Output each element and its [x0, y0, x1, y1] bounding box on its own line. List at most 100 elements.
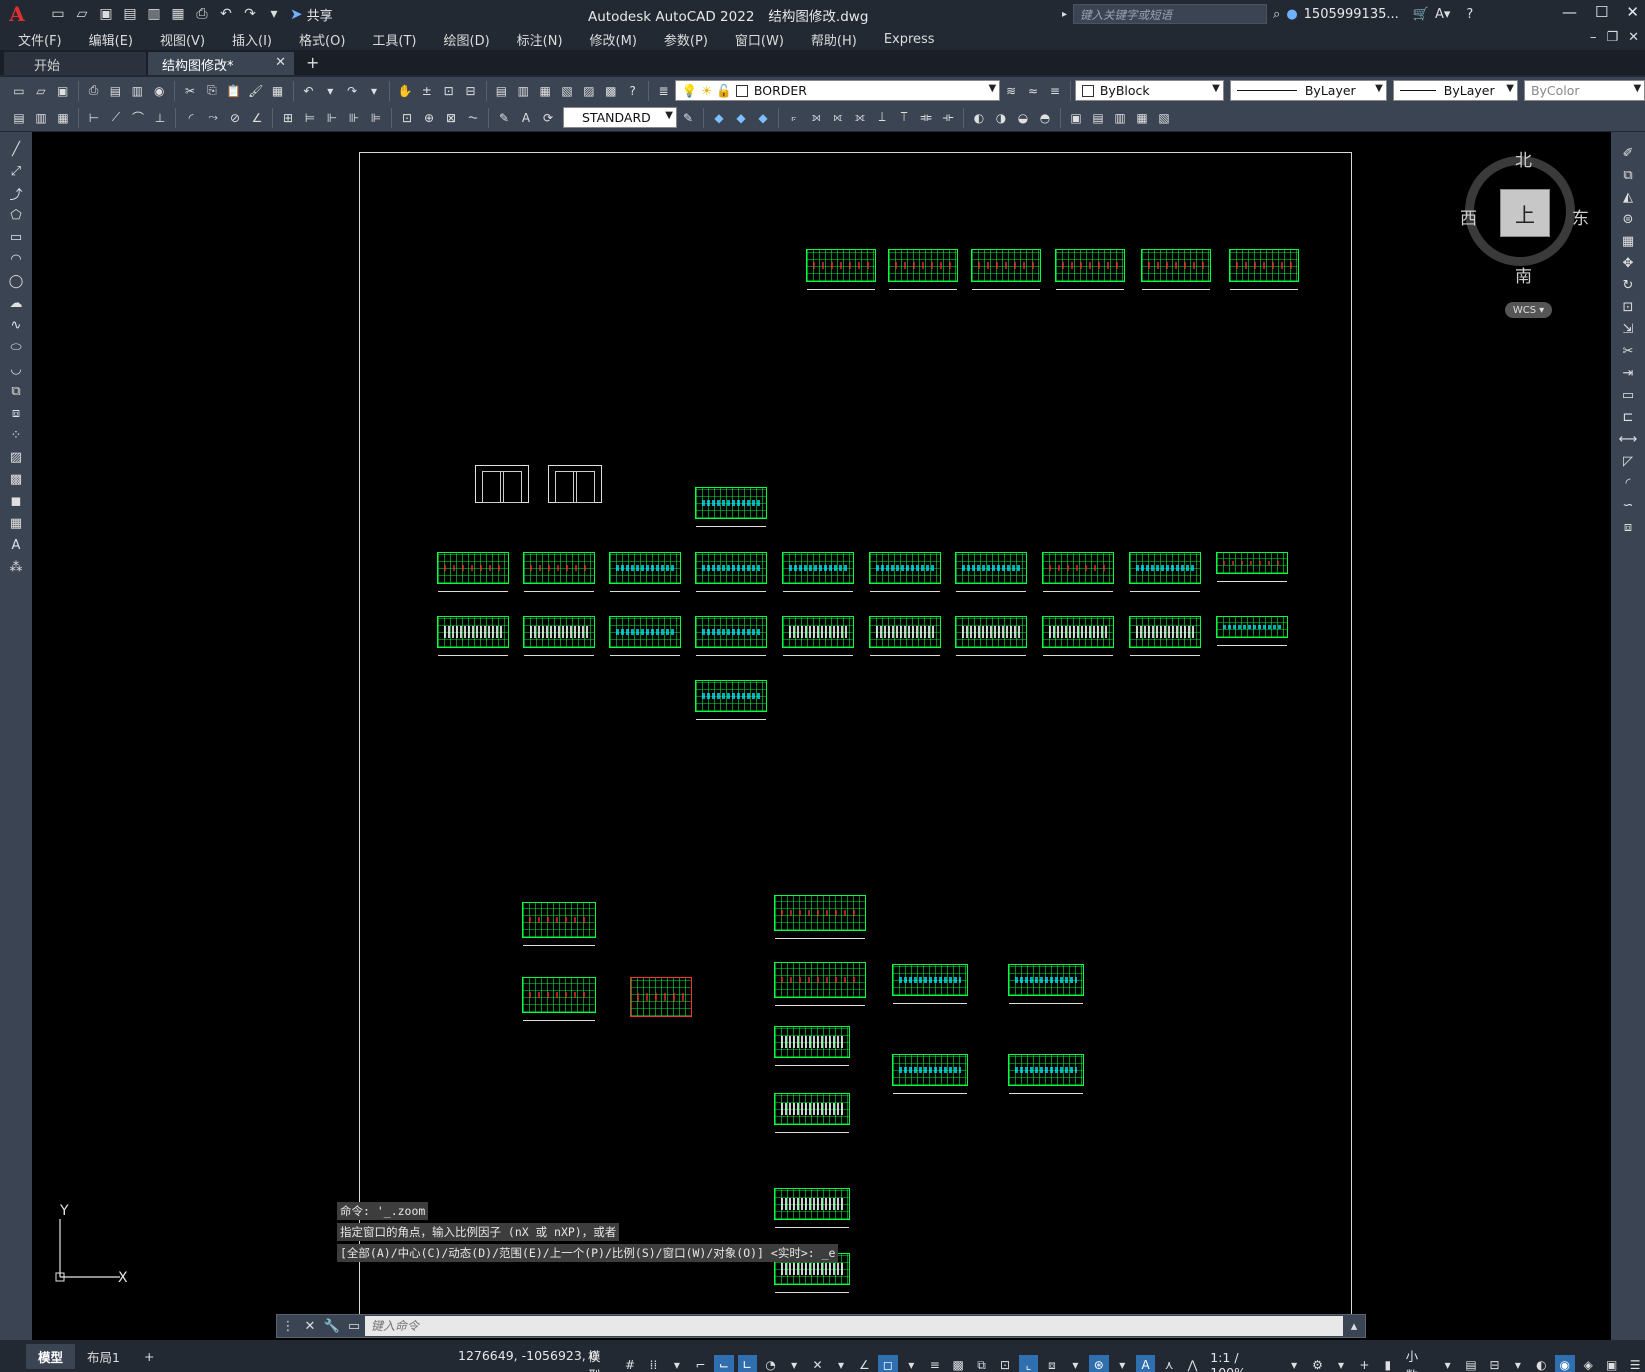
- print-icon[interactable]: ⎙: [192, 4, 212, 24]
- drawing-sheet[interactable]: [695, 680, 767, 720]
- hardware-acceleration-icon[interactable]: ◉: [1555, 1355, 1575, 1372]
- menu-view[interactable]: 视图(V): [160, 30, 205, 49]
- stretch-icon[interactable]: ⇲: [1617, 318, 1639, 340]
- polygon-icon[interactable]: ⬠: [5, 204, 27, 226]
- chevron-down-icon[interactable]: ▾: [1438, 1355, 1457, 1372]
- plot-preview-icon[interactable]: ▤: [107, 82, 125, 100]
- drawing-sheet[interactable]: [437, 616, 509, 656]
- zoom-window-icon[interactable]: ⊡: [440, 82, 458, 100]
- selection-filter-icon[interactable]: ⧈: [1042, 1355, 1061, 1372]
- drawing-sheet[interactable]: [782, 552, 854, 592]
- spline-icon[interactable]: ∿: [5, 314, 27, 336]
- dimstyle-icon[interactable]: ✎: [679, 109, 697, 127]
- make-current-layer-icon[interactable]: ≋: [1002, 82, 1020, 100]
- layer-dropdown[interactable]: 💡 ☀ 🔓 BORDER ▼: [674, 80, 1001, 101]
- drawing-sheet[interactable]: [869, 552, 941, 592]
- layer-tool-2-icon[interactable]: ▥: [32, 109, 50, 127]
- cut-icon[interactable]: ✂: [181, 82, 199, 100]
- layer-properties-icon[interactable]: ≣: [655, 82, 673, 100]
- publish-icon[interactable]: ▥: [144, 4, 164, 24]
- modify-tool-6-icon[interactable]: ⟙: [895, 109, 913, 127]
- drawing-sheet[interactable]: [1055, 249, 1125, 290]
- add-layout-icon[interactable]: +: [132, 1346, 166, 1367]
- menu-format[interactable]: 格式(O): [299, 30, 345, 49]
- ellipse-arc-icon[interactable]: ◡: [5, 358, 27, 380]
- arc-length-icon[interactable]: ⌒: [129, 109, 147, 127]
- make-block-icon[interactable]: ⧈: [5, 402, 27, 424]
- tab-structure-drawing[interactable]: 结构图修改* ✕: [148, 52, 294, 75]
- dynamic-ucs-icon[interactable]: ⌞: [1018, 1355, 1039, 1372]
- viewcube-top-face[interactable]: 上: [1500, 189, 1550, 237]
- drawing-sheet[interactable]: [523, 552, 595, 592]
- drawing-sheet[interactable]: [522, 902, 596, 946]
- new-file-icon[interactable]: ▭: [48, 4, 68, 24]
- drawing-sheet[interactable]: [1042, 552, 1114, 592]
- clean-screen-icon[interactable]: ▣: [1602, 1355, 1621, 1372]
- user-name[interactable]: 1505999135...: [1304, 7, 1399, 22]
- copy-icon[interactable]: ⎘: [203, 82, 221, 100]
- view-tool-5-icon[interactable]: ▣: [1067, 109, 1085, 127]
- tool-palettes-icon[interactable]: ▦: [536, 82, 554, 100]
- share-button[interactable]: ➤ 共享: [290, 5, 333, 24]
- help-icon[interactable]: ?: [1466, 7, 1473, 22]
- menu-parametric[interactable]: 参数(P): [664, 30, 708, 49]
- close-icon[interactable]: ✕: [1626, 3, 1639, 21]
- snap-icon[interactable]: ⁞⁞: [644, 1355, 663, 1372]
- modify-tool-8-icon[interactable]: ⟛: [939, 109, 957, 127]
- drawing-sheet[interactable]: [695, 487, 767, 527]
- drawing-sheet[interactable]: [888, 249, 958, 290]
- drawing-sheet[interactable]: [955, 552, 1027, 592]
- selection-cycling-icon[interactable]: ⧉: [972, 1355, 991, 1372]
- dynamic-input-icon[interactable]: ⌙: [714, 1355, 734, 1372]
- qnew-icon[interactable]: ▭: [10, 82, 28, 100]
- 3d-osnap-icon[interactable]: ⊡: [995, 1355, 1014, 1372]
- viewcube-north[interactable]: 北: [1515, 146, 1532, 171]
- center-mark-icon[interactable]: ⊕: [420, 109, 438, 127]
- ucs-tool-1-icon[interactable]: ◆: [710, 109, 728, 127]
- publish-icon[interactable]: ▥: [128, 82, 146, 100]
- ortho-icon[interactable]: ∟: [737, 1355, 757, 1372]
- save-icon[interactable]: ▣: [54, 82, 72, 100]
- design-center-icon[interactable]: ▥: [514, 82, 532, 100]
- drawing-sheet[interactable]: [955, 616, 1027, 656]
- lock-ui-icon[interactable]: ⊟: [1485, 1355, 1504, 1372]
- command-history-toggle-icon[interactable]: ▴: [1343, 1319, 1365, 1334]
- drawing-sheet[interactable]: [1216, 552, 1288, 582]
- revision-cloud-icon[interactable]: ☁: [5, 292, 27, 314]
- plotstyle-dropdown[interactable]: ByColor ▼: [1523, 80, 1645, 101]
- menu-draw[interactable]: 绘图(D): [444, 30, 490, 49]
- command-input[interactable]: [365, 1316, 1343, 1336]
- chevron-down-icon[interactable]: ▾: [1284, 1355, 1303, 1372]
- layer-states-icon[interactable]: ≡: [1046, 82, 1064, 100]
- view-tool-7-icon[interactable]: ▥: [1111, 109, 1129, 127]
- drawing-sheet[interactable]: [609, 616, 681, 656]
- drawing-sheet[interactable]: [522, 977, 596, 1021]
- drawing-sheet[interactable]: [806, 249, 876, 290]
- inspect-icon[interactable]: ⊠: [442, 109, 460, 127]
- drawing-sheet[interactable]: [869, 616, 941, 656]
- menu-window[interactable]: 窗口(W): [735, 30, 784, 49]
- properties-icon[interactable]: ▤: [493, 82, 511, 100]
- annotation-scale-value[interactable]: 1:1 / 100%: [1206, 1350, 1280, 1372]
- open-folder-icon[interactable]: ▱: [72, 4, 92, 24]
- view-tool-4-icon[interactable]: ◓: [1036, 109, 1054, 127]
- linear-dim-icon[interactable]: ⊢: [85, 109, 103, 127]
- maximize-icon[interactable]: ☐: [1595, 3, 1608, 21]
- modify-tool-1-icon[interactable]: ⟔: [785, 109, 803, 127]
- grid-icon[interactable]: #: [620, 1355, 639, 1372]
- break-icon[interactable]: ⊏: [1617, 406, 1639, 428]
- autodesk-a360-icon[interactable]: A▾: [1435, 7, 1450, 22]
- move-icon[interactable]: ✥: [1617, 252, 1639, 274]
- baseline-dim-icon[interactable]: ⊨: [301, 109, 319, 127]
- color-dropdown[interactable]: ByBlock ▼: [1074, 80, 1224, 101]
- chevron-down-icon[interactable]: ▾: [784, 1355, 803, 1372]
- dim-update-icon[interactable]: ⟳: [539, 109, 557, 127]
- break-at-point-icon[interactable]: ▭: [1617, 384, 1639, 406]
- drawing-sheet[interactable]: [1042, 616, 1114, 656]
- plot-icon[interactable]: ⎙: [85, 82, 103, 100]
- diameter-dim-icon[interactable]: ⊘: [226, 109, 244, 127]
- annotation-visibility-icon[interactable]: A: [1135, 1355, 1156, 1372]
- ellipse-icon[interactable]: ⬭: [5, 336, 27, 358]
- chevron-down-icon[interactable]: ▾: [831, 1355, 850, 1372]
- save-as-icon[interactable]: ▤: [120, 4, 140, 24]
